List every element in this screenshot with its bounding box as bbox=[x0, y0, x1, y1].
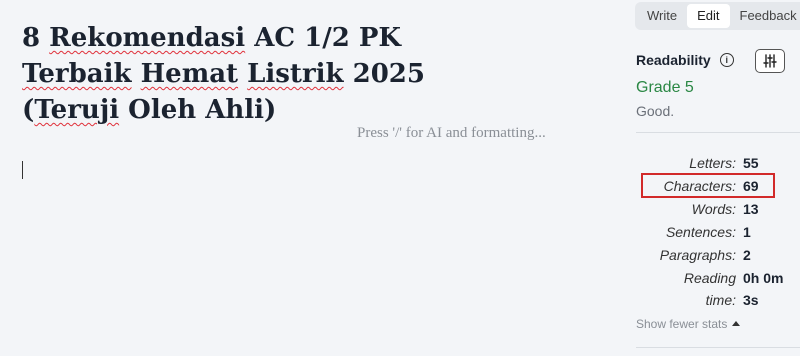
title-word-terbaik: Terbaik bbox=[22, 59, 132, 89]
stat-value: 1 bbox=[743, 224, 751, 240]
caret-up-icon bbox=[732, 321, 741, 326]
divider-top bbox=[636, 132, 800, 133]
readability-sidebar: Write Edit Feedback Readability i Grade … bbox=[620, 0, 800, 356]
title-line-1: 8 Rekomendasi AC 1/2 PK bbox=[22, 20, 522, 56]
title-word-hemat: Hemat bbox=[140, 59, 239, 89]
mode-tabs: Write Edit Feedback bbox=[635, 2, 800, 30]
settings-sliders-button[interactable] bbox=[755, 49, 785, 73]
stat-label: time: bbox=[705, 292, 736, 308]
readability-summary: Good. bbox=[636, 103, 675, 119]
stat-label: Sentences: bbox=[665, 224, 736, 240]
stat-label: Words: bbox=[691, 201, 736, 217]
show-fewer-label: Show fewer stats bbox=[636, 317, 728, 331]
stat-reading-time: time: 3s bbox=[620, 292, 800, 314]
title-paren-open: ( bbox=[22, 95, 35, 125]
tab-feedback[interactable]: Feedback bbox=[730, 4, 800, 28]
title-word-listrik: Listrik bbox=[247, 59, 344, 89]
title-line-3: (Teruji Oleh Ahli) bbox=[22, 92, 522, 128]
title-word-year: 2025 bbox=[352, 59, 425, 89]
text-cursor bbox=[22, 161, 23, 179]
stat-label: Reading bbox=[683, 270, 736, 286]
title-word-ahli: Ahli) bbox=[205, 95, 277, 125]
readability-header: Readability i bbox=[636, 52, 734, 68]
ai-formatting-placeholder: Press '/' for AI and formatting... bbox=[357, 125, 546, 141]
stat-reading: Reading 0h 0m bbox=[620, 270, 800, 292]
stat-value: 13 bbox=[743, 201, 759, 217]
sliders-icon bbox=[763, 54, 777, 68]
stat-value: 0h 0m bbox=[743, 270, 784, 286]
title-word-number: 8 bbox=[22, 23, 41, 53]
stat-paragraphs: Paragraphs: 2 bbox=[620, 247, 800, 269]
tab-write[interactable]: Write bbox=[637, 4, 687, 28]
stat-value: 2 bbox=[743, 247, 751, 263]
grade-level: Grade 5 bbox=[636, 79, 694, 96]
document-title[interactable]: 8 Rekomendasi AC 1/2 PK Terbaik Hemat Li… bbox=[22, 20, 522, 128]
tab-edit[interactable]: Edit bbox=[687, 4, 730, 28]
stat-value: 3s bbox=[743, 292, 759, 308]
readability-label: Readability bbox=[636, 52, 711, 68]
stat-value: 55 bbox=[743, 155, 759, 171]
info-icon[interactable]: i bbox=[719, 53, 734, 67]
title-word-ac: AC 1/2 PK bbox=[254, 23, 402, 53]
characters-highlight-box bbox=[641, 173, 775, 198]
title-word-teruji: Teruji bbox=[34, 95, 120, 125]
stat-label: Letters: bbox=[689, 155, 736, 171]
stat-words: Words: 13 bbox=[620, 201, 800, 223]
title-word-rekomendasi: Rekomendasi bbox=[49, 23, 246, 53]
title-line-2: Terbaik Hemat Listrik 2025 bbox=[22, 56, 522, 92]
editor-area[interactable]: 8 Rekomendasi AC 1/2 PK Terbaik Hemat Li… bbox=[0, 0, 620, 356]
show-fewer-stats-link[interactable]: Show fewer stats bbox=[636, 317, 741, 331]
divider-bottom bbox=[636, 347, 800, 348]
stat-label: Paragraphs: bbox=[659, 247, 736, 263]
stat-sentences: Sentences: 1 bbox=[620, 224, 800, 246]
title-word-oleh: Oleh bbox=[128, 95, 197, 125]
